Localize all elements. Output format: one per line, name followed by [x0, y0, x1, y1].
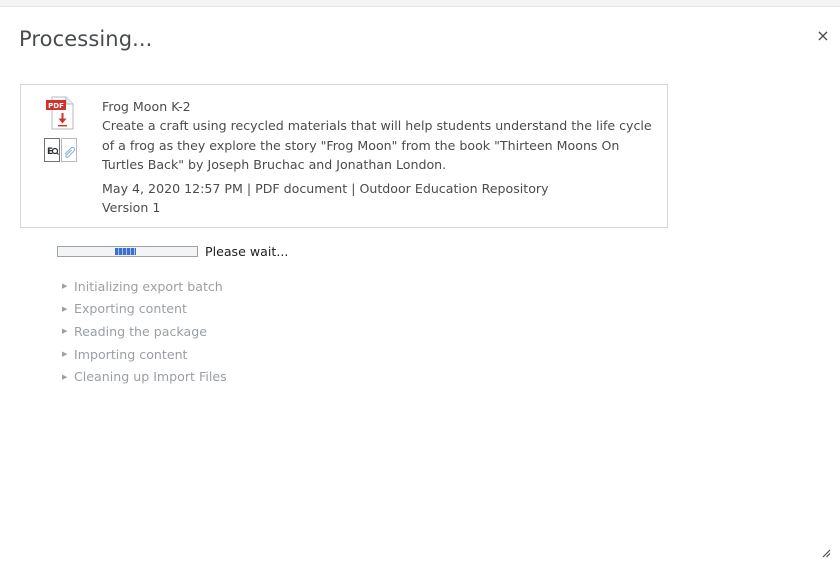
- process-step: ▶ Importing content: [62, 343, 227, 366]
- process-step-label: Cleaning up Import Files: [74, 369, 227, 385]
- progress-label: Please wait...: [205, 243, 289, 259]
- caret-right-icon: ▶: [62, 327, 68, 336]
- progress-bar: [57, 245, 198, 257]
- process-step: ▶ Initializing export batch: [62, 275, 227, 298]
- caret-right-icon: ▶: [62, 372, 68, 381]
- process-step: ▶ Exporting content: [62, 298, 227, 321]
- process-step: ▶ Reading the package: [62, 320, 227, 343]
- item-icons: PDF E: [42, 96, 82, 166]
- process-step-label: Exporting content: [74, 301, 187, 317]
- item-description: Create a craft using recycled materials …: [102, 118, 652, 172]
- resize-handle-icon[interactable]: [821, 548, 831, 558]
- close-button[interactable]: ×: [814, 27, 832, 45]
- process-steps-list: ▶ Initializing export batch ▶ Exporting …: [62, 275, 227, 388]
- process-step-label: Initializing export batch: [74, 278, 223, 294]
- preview-icon[interactable]: E: [44, 138, 60, 162]
- attach-icon[interactable]: [61, 138, 77, 162]
- item-title[interactable]: Frog Moon K-2: [102, 97, 662, 116]
- item-details: Frog Moon K-2 Create a craft using recyc…: [102, 97, 662, 218]
- processing-dialog: Processing... × PDF E Frog Moon K-2 Crea…: [0, 6, 840, 567]
- progress-indicator: Please wait...: [57, 243, 288, 259]
- caret-right-icon: ▶: [62, 350, 68, 359]
- caret-right-icon: ▶: [62, 304, 68, 313]
- item-meta: May 4, 2020 12:57 PM | PDF document | Ou…: [102, 181, 549, 197]
- pdf-document-icon: PDF: [46, 96, 74, 130]
- process-step-label: Importing content: [74, 346, 188, 362]
- item-version: Version 1: [102, 200, 161, 216]
- progress-bar-fill: [115, 247, 136, 255]
- process-step-label: Reading the package: [74, 323, 207, 339]
- pdf-badge: PDF: [48, 102, 64, 110]
- dialog-title: Processing...: [19, 27, 153, 51]
- process-step: ▶ Cleaning up Import Files: [62, 365, 227, 388]
- action-icons: E: [44, 138, 84, 162]
- caret-right-icon: ▶: [62, 282, 68, 291]
- item-card: PDF E Frog Moon K-2 Create a craft using…: [20, 84, 668, 228]
